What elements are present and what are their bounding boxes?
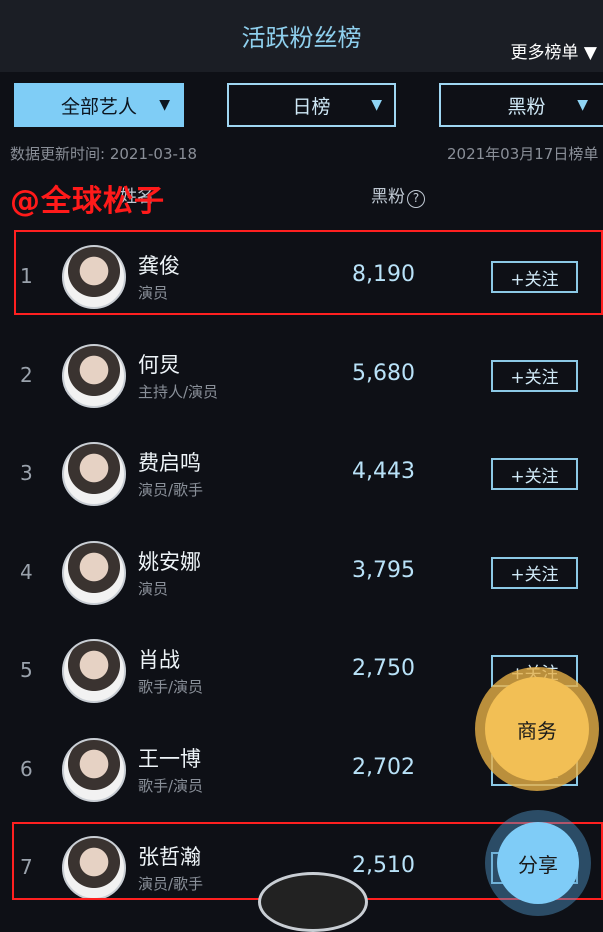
chevron-down-icon: ▼ [577, 97, 588, 113]
artist-name[interactable]: 何炅 [138, 349, 180, 379]
avatar[interactable] [62, 343, 126, 408]
follow-button[interactable]: +关注 [491, 556, 578, 589]
ranking-row[interactable]: 3 费启鸣 演员/歌手 4,443 +关注 [0, 425, 603, 523]
watermark: @全球松子 [10, 184, 165, 219]
dropdown-label: 日榜 [292, 95, 331, 118]
dropdown-label: 全部艺人 [60, 95, 137, 118]
highlight-box [14, 230, 603, 315]
dropdown-label: 黑粉 [507, 95, 546, 118]
update-time: 数据更新时间: 2021-03-18 [10, 145, 197, 163]
follow-button[interactable]: +关注 [491, 458, 578, 490]
artist-role: 主持人/演员 [138, 382, 219, 401]
rank: 5 [20, 658, 33, 682]
artist-filter-dropdown[interactable]: 全部艺人 ▼ [14, 83, 184, 127]
artist-role: 演员 [138, 579, 169, 598]
ranking-row[interactable]: 4 姚安娜 演员 3,795 +关注 [0, 524, 603, 622]
fan-count: 3,795 [352, 557, 415, 583]
chevron-down-icon: ▼ [371, 97, 382, 113]
rank: 3 [20, 461, 33, 485]
avatar[interactable] [62, 442, 126, 506]
artist-name[interactable]: 费启鸣 [138, 447, 201, 477]
ranking-row[interactable]: 2 何炅 主持人/演员 5,680 +关注 [0, 327, 603, 425]
business-button[interactable]: 商务 [485, 677, 589, 781]
artist-name[interactable]: 王一博 [138, 743, 201, 773]
avatar[interactable] [62, 737, 126, 802]
avatar[interactable] [62, 639, 126, 703]
help-icon[interactable]: ? [407, 190, 425, 208]
artist-role: 歌手/演员 [138, 678, 204, 696]
share-button[interactable]: 分享 [497, 822, 579, 904]
fan-type-dropdown[interactable]: 黑粉 ▼ [439, 83, 603, 127]
fan-count: 2,750 [352, 656, 415, 681]
chevron-down-icon: ▼ [159, 97, 170, 113]
artist-name[interactable]: 姚安娜 [138, 546, 201, 576]
board-date: 2021年03月17日榜单 [447, 145, 599, 163]
avatar[interactable] [62, 540, 126, 605]
period-dropdown[interactable]: 日榜 ▼ [227, 83, 396, 127]
metric-label: 黑粉 [371, 187, 405, 207]
artist-name[interactable]: 肖战 [138, 644, 180, 674]
column-metric: 黑粉? [371, 182, 425, 208]
fan-count: 5,680 [352, 360, 415, 386]
floating-avatar [258, 872, 368, 932]
rank: 6 [20, 756, 33, 781]
artist-role: 歌手/演员 [138, 776, 204, 795]
follow-button[interactable]: +关注 [491, 359, 578, 392]
fan-count: 2,702 [352, 754, 415, 780]
more-lists-button[interactable]: 更多榜单 ▼ [511, 38, 597, 63]
header: 活跃粉丝榜 更多榜单 ▼ [0, 0, 603, 72]
rank: 2 [20, 362, 33, 387]
artist-role: 演员/歌手 [138, 481, 204, 499]
fan-count: 4,443 [352, 459, 415, 484]
rank: 4 [20, 559, 33, 584]
